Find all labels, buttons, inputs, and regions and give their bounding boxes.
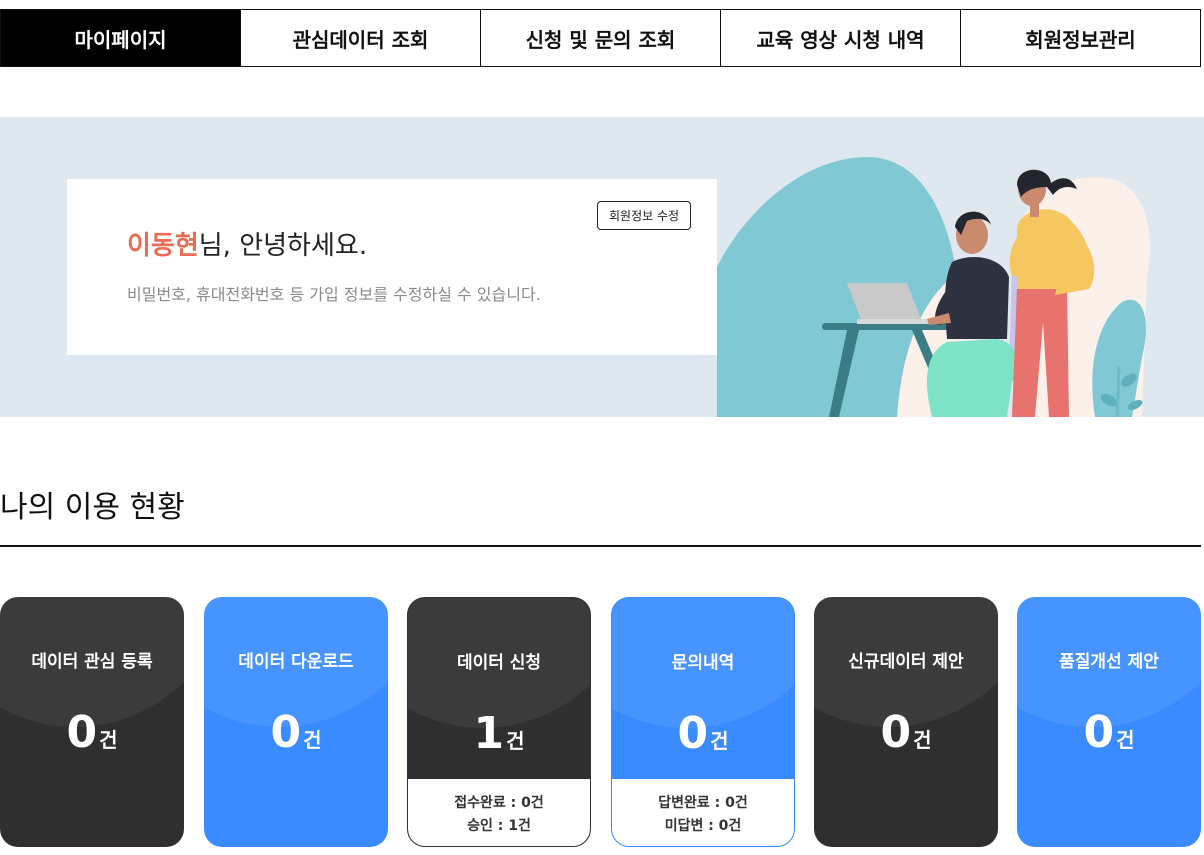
data-application-card[interactable]: 데이터 신청 1건 접수완료 : 0건 승인 : 1건: [407, 597, 591, 847]
detail-unanswered: 미답변 : 0건: [664, 818, 742, 834]
greeting-suffix: 님, 안녕하세요.: [198, 231, 368, 261]
card-count: 0건: [677, 708, 729, 759]
card-label: 데이터 관심 등록: [31, 652, 153, 672]
detail-approved: 승인 : 1건: [467, 818, 531, 834]
data-download-card[interactable]: 데이터 다운로드 0건: [204, 597, 388, 847]
detail-answered: 답변완료 : 0건: [658, 795, 748, 811]
office-illustration: [717, 157, 1151, 417]
usage-cards: 데이터 관심 등록 0건 데이터 다운로드 0건 데이터 신청 1건 접수완료 …: [0, 597, 1204, 847]
quality-improvement-card[interactable]: 품질개선 제안 0건: [1017, 597, 1201, 847]
usage-status-title: 나의 이용 현황: [0, 490, 185, 525]
interest-register-card[interactable]: 데이터 관심 등록 0건: [0, 597, 184, 847]
card-count: 0건: [270, 707, 322, 758]
welcome-banner: 이동현님, 안녕하세요. 비밀번호, 휴대전화번호 등 가입 정보를 수정하실 …: [0, 117, 1204, 417]
card-label: 문의내역: [671, 653, 735, 673]
section-divider: [0, 545, 1201, 547]
card-label: 품질개선 제안: [1059, 652, 1159, 672]
detail-received: 접수완료 : 0건: [454, 795, 544, 811]
card-count: 0건: [1083, 707, 1135, 758]
tab-mypage[interactable]: 마이페이지: [1, 10, 240, 66]
greeting-card: 이동현님, 안녕하세요. 비밀번호, 휴대전화번호 등 가입 정보를 수정하실 …: [67, 179, 717, 355]
card-count: 1건: [473, 708, 525, 759]
tab-applications-inquiries[interactable]: 신청 및 문의 조회: [480, 10, 720, 66]
card-count: 0건: [66, 707, 118, 758]
user-name: 이동현: [127, 231, 199, 261]
mypage-tab-bar: 마이페이지 관심데이터 조회 신청 및 문의 조회 교육 영상 시청 내역 회원…: [0, 9, 1201, 67]
card-label: 신규데이터 제안: [848, 652, 964, 672]
greeting-description: 비밀번호, 휴대전화번호 등 가입 정보를 수정하실 수 있습니다.: [127, 285, 541, 304]
card-label: 데이터 신청: [456, 653, 542, 673]
edit-member-info-button[interactable]: 회원정보 수정: [597, 201, 692, 230]
card-details: 답변완료 : 0건 미답변 : 0건: [612, 779, 794, 846]
card-details: 접수완료 : 0건 승인 : 1건: [408, 779, 590, 846]
tab-member-info[interactable]: 회원정보관리: [960, 10, 1200, 66]
tab-education-videos[interactable]: 교육 영상 시청 내역: [720, 10, 960, 66]
card-label: 데이터 다운로드: [238, 652, 354, 672]
tab-interest-data[interactable]: 관심데이터 조회: [240, 10, 480, 66]
inquiry-history-card[interactable]: 문의내역 0건 답변완료 : 0건 미답변 : 0건: [611, 597, 795, 847]
new-data-proposal-card[interactable]: 신규데이터 제안 0건: [814, 597, 998, 847]
greeting-title: 이동현님, 안녕하세요.: [127, 225, 367, 262]
card-count: 0건: [880, 707, 932, 758]
